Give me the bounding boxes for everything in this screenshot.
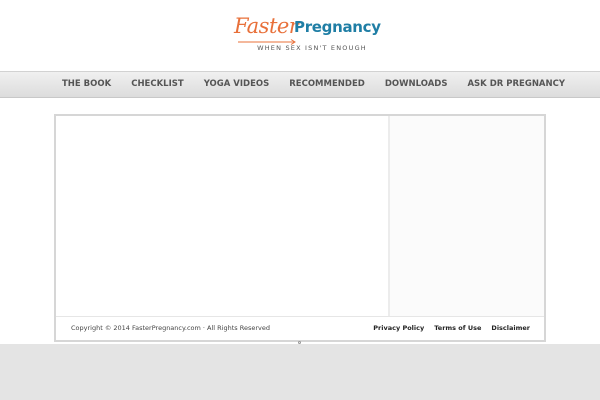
nav-item-ask-dr-pregnancy[interactable]: ASK DR PREGNANCY	[457, 71, 575, 98]
main-content-area	[56, 116, 388, 316]
page-bottom-band	[0, 344, 600, 400]
logo-word-pregnancy: Pregnancy	[294, 18, 381, 36]
content-container: Copyright © 2014 FasterPregnancy.com · A…	[54, 114, 546, 342]
footer-links: Privacy Policy Terms of Use Disclaimer	[373, 324, 530, 333]
nav-item-checklist[interactable]: CHECKLIST	[121, 71, 193, 98]
copyright-text: Copyright © 2014 FasterPregnancy.com · A…	[71, 324, 271, 332]
nav-item-the-book[interactable]: THE BOOK	[52, 71, 121, 98]
footer-link-privacy-policy[interactable]: Privacy Policy	[373, 324, 424, 333]
main-navigation: THE BOOK CHECKLIST YOGA VIDEOS RECOMMEND…	[0, 71, 600, 98]
scroll-indicator-icon	[298, 341, 301, 344]
nav-item-yoga-videos[interactable]: YOGA VIDEOS	[194, 71, 280, 98]
nav-item-recommended[interactable]: RECOMMENDED	[279, 71, 375, 98]
footer-link-terms-of-use[interactable]: Terms of Use	[434, 324, 481, 333]
site-tagline: WHEN SEX ISN'T ENOUGH	[257, 44, 367, 52]
site-header: Faster Pregnancy WHEN SEX ISN'T ENOUGH	[0, 0, 600, 70]
footer-link-disclaimer[interactable]: Disclaimer	[491, 324, 530, 333]
sidebar	[388, 116, 544, 316]
nav-item-downloads[interactable]: DOWNLOADS	[375, 71, 458, 98]
site-footer: Copyright © 2014 FasterPregnancy.com · A…	[56, 316, 544, 340]
site-logo[interactable]: Faster Pregnancy WHEN SEX ISN'T ENOUGH	[234, 14, 381, 54]
page: Faster Pregnancy WHEN SEX ISN'T ENOUGH T…	[0, 0, 600, 400]
logo-word-faster: Faster	[234, 14, 299, 38]
